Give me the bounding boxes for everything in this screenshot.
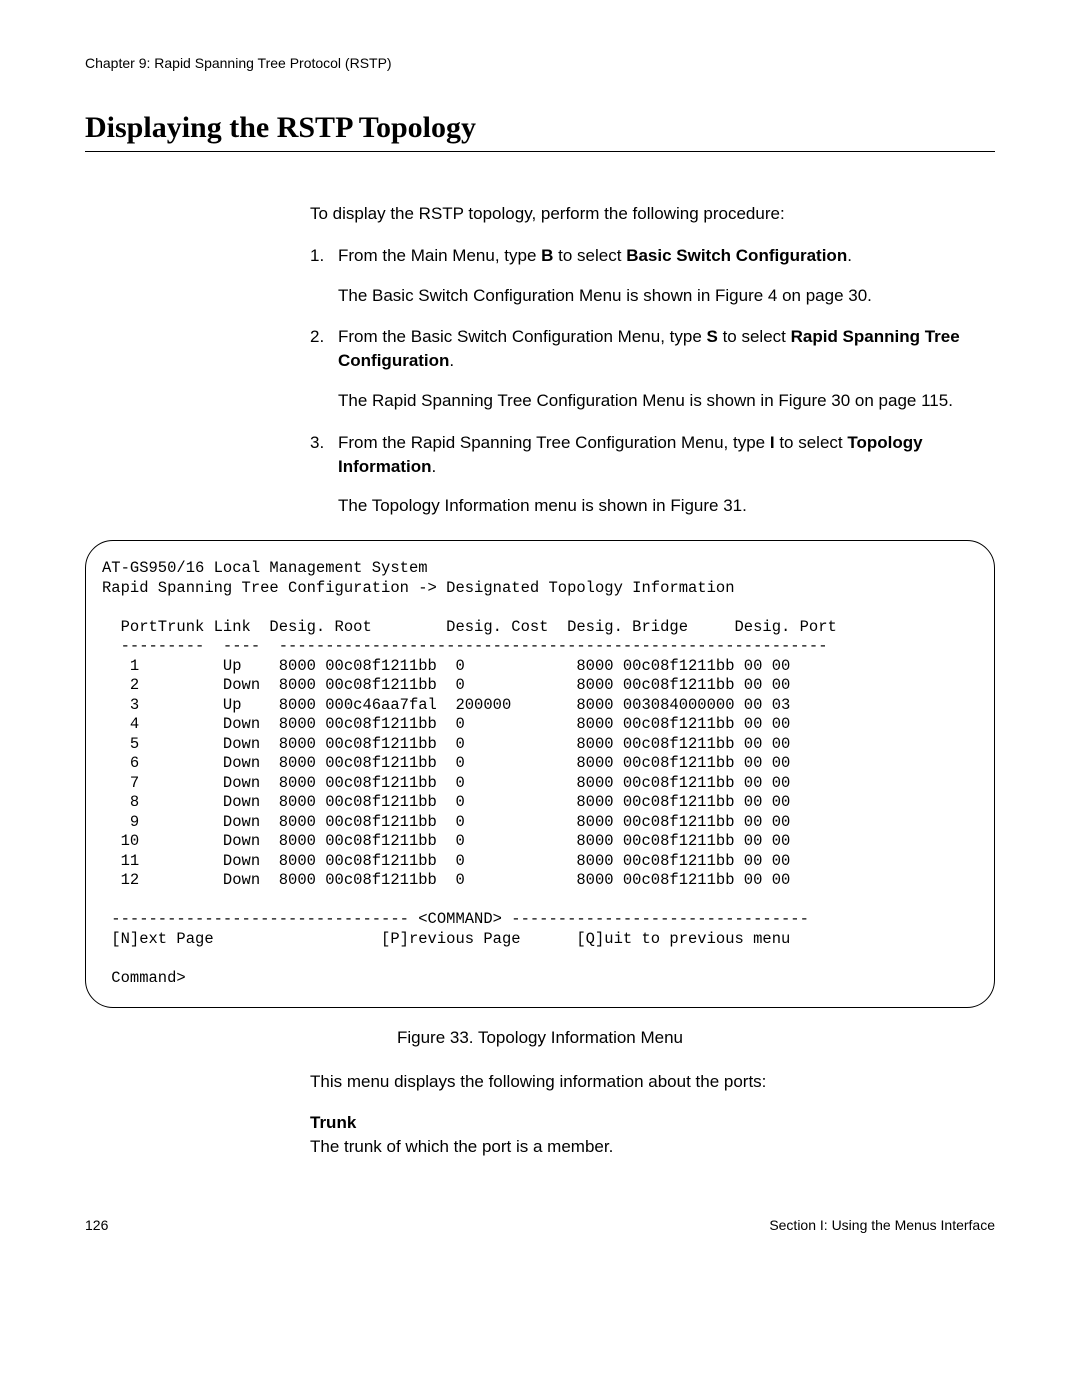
table-row: 6 Down 8000 00c08f1211bb 0 8000 00c08f12… (102, 754, 790, 772)
footer-page-number: 126 (85, 1217, 108, 1233)
step-text: to select (553, 246, 626, 265)
after-caption: This menu displays the following informa… (310, 1070, 995, 1159)
term-desc: The trunk of which the port is a member. (310, 1137, 613, 1156)
table-row: 3 Up 8000 000c46aa7fal 200000 8000 00308… (102, 696, 790, 714)
page-title: Displaying the RSTP Topology (85, 111, 995, 152)
terminal-header: PortTrunk Link Desig. Root Desig. Cost D… (102, 618, 837, 636)
table-row: 5 Down 8000 00c08f1211bb 0 8000 00c08f12… (102, 735, 790, 753)
step-number: 1. (310, 244, 330, 268)
table-row: 11 Down 8000 00c08f1211bb 0 8000 00c08f1… (102, 852, 790, 870)
terminal-line: Rapid Spanning Tree Configuration -> Des… (102, 579, 735, 597)
step-key: S (707, 327, 718, 346)
step-text: . (449, 351, 454, 370)
table-row: 4 Down 8000 00c08f1211bb 0 8000 00c08f12… (102, 715, 790, 733)
terminal-divider: --------- ---- -------------------------… (102, 637, 828, 655)
footer-section: Section I: Using the Menus Interface (769, 1217, 995, 1233)
step-text: . (432, 457, 437, 476)
terminal-line: AT-GS950/16 Local Management System (102, 559, 428, 577)
terminal-prompt: Command> (102, 969, 186, 987)
step-extra: The Rapid Spanning Tree Configuration Me… (338, 389, 995, 413)
step-extra: The Basic Switch Configuration Menu is s… (338, 284, 995, 308)
step-extra: The Topology Information menu is shown i… (338, 494, 995, 518)
step-2: 2. From the Basic Switch Configuration M… (310, 325, 995, 412)
step-3: 3. From the Rapid Spanning Tree Configur… (310, 431, 995, 518)
table-row: 10 Down 8000 00c08f1211bb 0 8000 00c08f1… (102, 832, 790, 850)
terminal-window: AT-GS950/16 Local Management System Rapi… (85, 540, 995, 1007)
chapter-header: Chapter 9: Rapid Spanning Tree Protocol … (85, 55, 995, 71)
table-row: 9 Down 8000 00c08f1211bb 0 8000 00c08f12… (102, 813, 790, 831)
terminal-cmds: [N]ext Page [P]revious Page [Q]uit to pr… (102, 930, 790, 948)
table-row: 1 Up 8000 00c08f1211bb 0 8000 00c08f1211… (102, 657, 790, 675)
step-text: . (847, 246, 852, 265)
page: Chapter 9: Rapid Spanning Tree Protocol … (0, 0, 1080, 1263)
step-number: 3. (310, 431, 330, 455)
table-row: 12 Down 8000 00c08f1211bb 0 8000 00c08f1… (102, 871, 790, 889)
step-number: 2. (310, 325, 330, 349)
figure-caption: Figure 33. Topology Information Menu (85, 1028, 995, 1048)
step-text: From the Basic Switch Configuration Menu… (338, 327, 707, 346)
step-bold: Basic Switch Configuration (626, 246, 847, 265)
step-key: B (541, 246, 553, 265)
step-text: to select (775, 433, 848, 452)
page-footer: 126 Section I: Using the Menus Interface (85, 1217, 995, 1233)
term-label: Trunk (310, 1113, 356, 1132)
step-1: 1. From the Main Menu, type B to select … (310, 244, 995, 308)
step-text: From the Main Menu, type (338, 246, 541, 265)
body-text: To display the RSTP topology, perform th… (310, 202, 995, 518)
table-row: 2 Down 8000 00c08f1211bb 0 8000 00c08f12… (102, 676, 790, 694)
terminal-cmdbar: -------------------------------- <COMMAN… (102, 910, 809, 928)
step-text: to select (718, 327, 791, 346)
table-row: 7 Down 8000 00c08f1211bb 0 8000 00c08f12… (102, 774, 790, 792)
step-text: From the Rapid Spanning Tree Configurati… (338, 433, 770, 452)
table-row: 8 Down 8000 00c08f1211bb 0 8000 00c08f12… (102, 793, 790, 811)
paragraph: This menu displays the following informa… (310, 1070, 995, 1094)
intro-paragraph: To display the RSTP topology, perform th… (310, 202, 995, 226)
